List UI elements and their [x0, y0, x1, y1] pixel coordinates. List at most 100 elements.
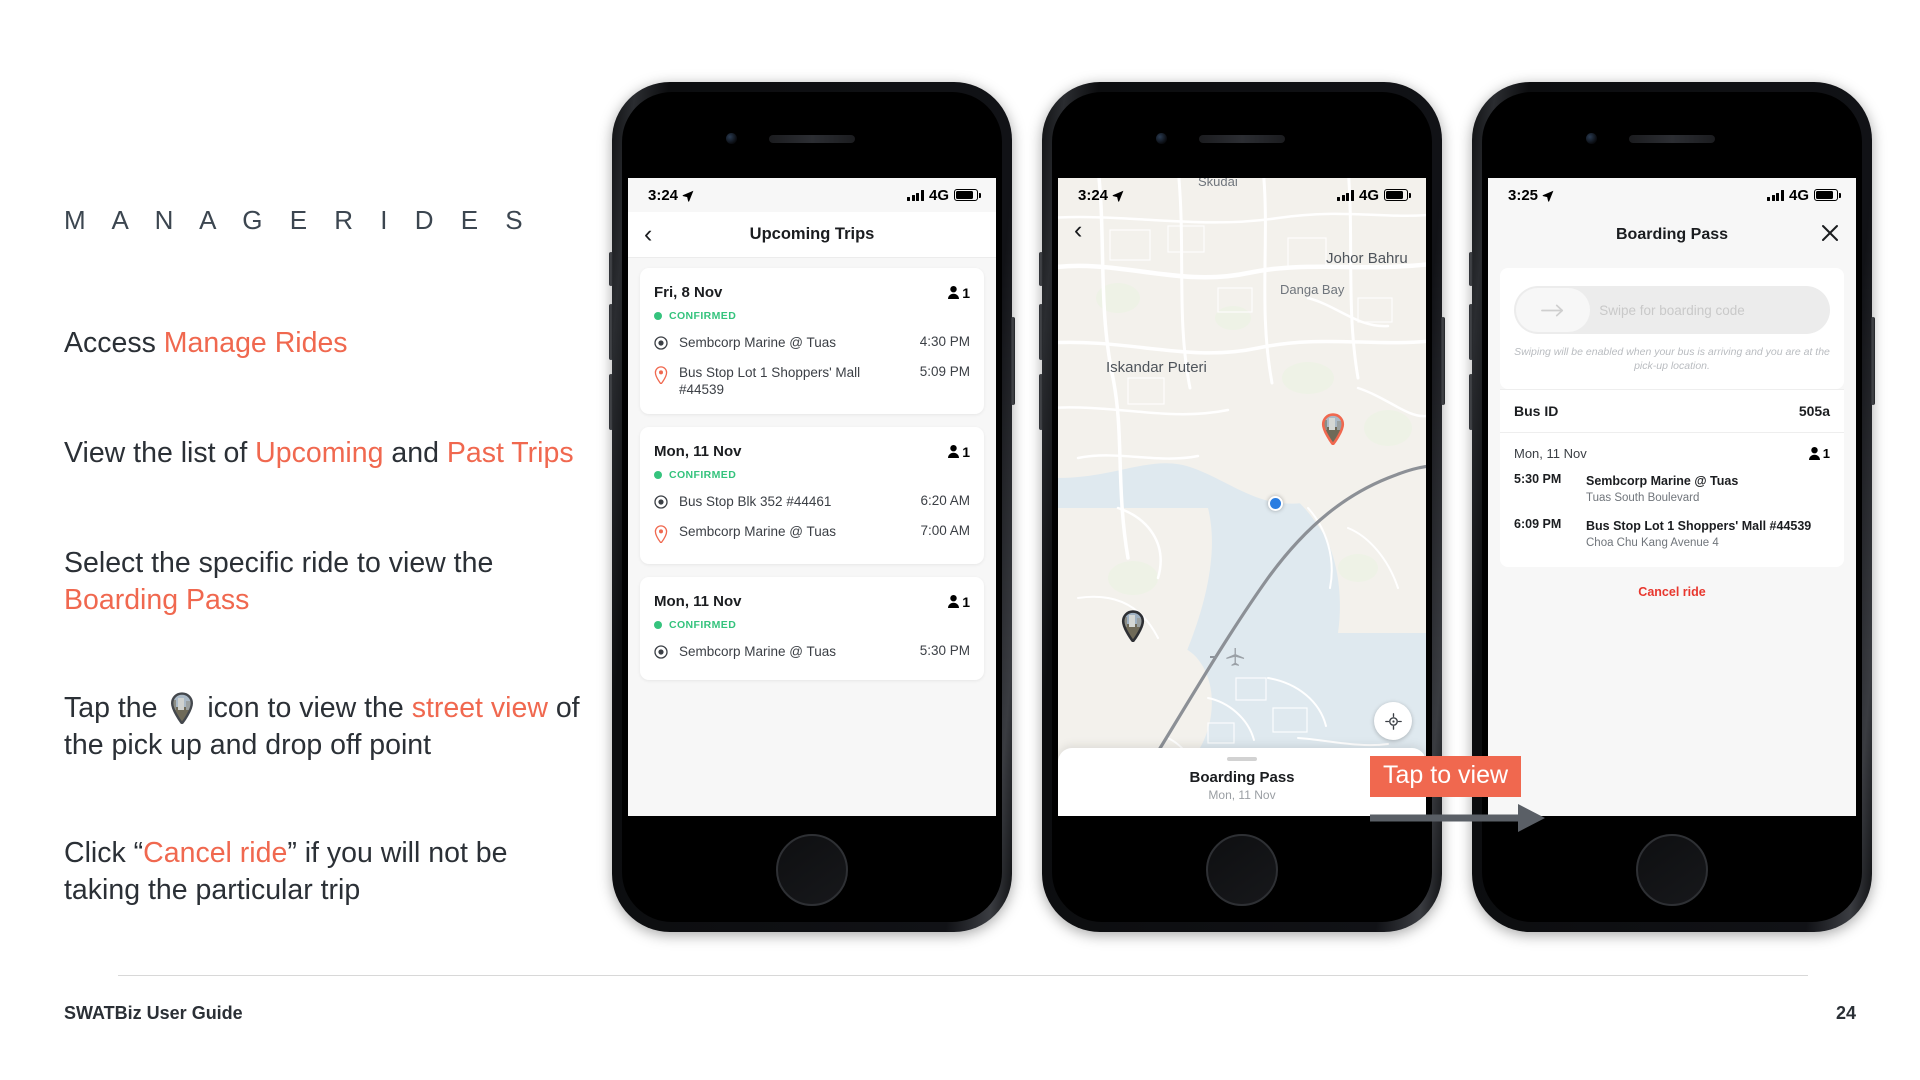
instruction-5-text-a: Click “: [64, 837, 144, 869]
trip-status-label: CONFIRMED: [669, 619, 737, 631]
phone3-home-button[interactable]: [1636, 834, 1708, 906]
trip-date: Fri, 8 Nov: [654, 284, 723, 301]
phone-upcoming-trips: 3:24 4G ‹ Upcoming Trips Fri, 8 Nov 1 CO…: [609, 82, 1015, 932]
sheet-grab-handle[interactable]: [1227, 757, 1257, 761]
back-chevron-left-icon[interactable]: ‹: [644, 222, 652, 247]
cancel-ride-button[interactable]: Cancel ride: [1488, 585, 1856, 599]
trip-leg-time: 5:30 PM: [919, 643, 970, 658]
phone3-front-camera: [1586, 133, 1597, 144]
phone3-volume-up-button: [1469, 304, 1473, 360]
dropoff-pin-icon: [654, 366, 668, 389]
map-screen[interactable]: 3:24 4G ‹ Skudai Johor Bahru Danga Bay I…: [1058, 178, 1426, 816]
trip-leg-name: Sembcorp Marine @ Tuas: [679, 524, 837, 539]
detail-row-sub: Choa Chu Kang Avenue 4: [1586, 537, 1719, 549]
map-canvas: [1058, 178, 1426, 816]
map-back-chevron-left-icon[interactable]: ‹: [1074, 218, 1082, 243]
phone3-screen: 3:25 4G Boarding Pass Swipe for boarding…: [1488, 178, 1856, 816]
phone1-home-button[interactable]: [776, 834, 848, 906]
trip-leg-dropoff: Bus Stop Lot 1 Shoppers' Mall #44539 5:0…: [654, 364, 970, 398]
street-view-pin-dropoff-icon[interactable]: [1320, 413, 1346, 446]
instruction-2-highlight-past: Past Trips: [446, 437, 574, 469]
battery-icon: [1384, 189, 1411, 201]
phone3-network-label: 4G: [1788, 186, 1809, 204]
street-view-pin-icon: [169, 692, 195, 725]
status-dot-icon: [654, 312, 662, 320]
person-icon: [1808, 447, 1820, 460]
passenger-count: 1: [948, 594, 970, 610]
swipe-card: Swipe for boarding code Swiping will be …: [1500, 268, 1844, 389]
trip-status-label: CONFIRMED: [669, 469, 737, 481]
detail-passenger-count-value: 1: [1822, 446, 1830, 461]
detail-row-name: Bus Stop Lot 1 Shoppers' Mall #44539: [1586, 519, 1812, 533]
instruction-4: Tap the icon to view the street view of …: [64, 690, 604, 764]
trip-detail-card: Mon, 11 Nov 1 5:30 PM Sembcorp Marine @ …: [1500, 432, 1844, 567]
trip-date: Mon, 11 Nov: [654, 443, 742, 460]
phone1-status-time: 3:24: [648, 186, 679, 204]
passenger-count: 1: [948, 285, 970, 301]
phone1-earpiece-speaker: [769, 135, 855, 143]
person-icon: [948, 595, 960, 608]
footer-page-number: 24: [1835, 1003, 1856, 1023]
trip-leg-time: 6:20 AM: [920, 493, 970, 508]
instruction-5-highlight: Cancel ride: [143, 837, 288, 869]
trip-leg-time: 4:30 PM: [919, 334, 970, 349]
footer-guide-name: SWATBiz User Guide: [64, 1003, 243, 1023]
instruction-1-text-a: Access: [64, 327, 164, 359]
phone2-volume-down-button: [1039, 374, 1043, 430]
phone1-volume-down-button: [609, 374, 613, 430]
trip-leg-dropoff: Sembcorp Marine @ Tuas 7:00 AM: [654, 523, 970, 548]
trip-card[interactable]: Mon, 11 Nov 1 CONFIRMED Sembcorp Marine …: [640, 577, 984, 680]
detail-date: Mon, 11 Nov: [1514, 446, 1587, 461]
trip-status-label: CONFIRMED: [669, 310, 737, 322]
footer-divider: [118, 975, 1808, 976]
phone2-volume-up-button: [1039, 304, 1043, 360]
phone1-nav-title: Upcoming Trips: [749, 225, 875, 243]
trips-list[interactable]: Fri, 8 Nov 1 CONFIRMED Sembcorp Marine @…: [628, 258, 996, 816]
phone3-nav-bar: Boarding Pass: [1488, 212, 1856, 258]
detail-row-time: 5:30 PM: [1514, 472, 1562, 486]
battery-icon: [954, 189, 981, 201]
page-title: M A N A G E R I D E S: [64, 205, 533, 235]
detail-row-time: 6:09 PM: [1514, 517, 1562, 531]
trip-card[interactable]: Mon, 11 Nov 1 CONFIRMED Bus Stop Blk 352…: [640, 427, 984, 564]
crosshair-icon: [1384, 712, 1402, 730]
phone3-earpiece-speaker: [1629, 135, 1715, 143]
map-label-iskandar-puteri: Iskandar Puteri: [1106, 359, 1207, 376]
phone3-volume-down-button: [1469, 374, 1473, 430]
swipe-label: Swipe for boarding code: [1599, 302, 1745, 318]
instruction-3-text-a: Select the specific ride to view the: [64, 547, 494, 579]
phone2-screen: 3:24 4G ‹ Skudai Johor Bahru Danga Bay I…: [1058, 178, 1426, 816]
phone1-network-label: 4G: [928, 186, 949, 204]
instruction-2-highlight-upcoming: Upcoming: [255, 437, 384, 469]
signal-bars-icon: [1337, 189, 1354, 201]
recenter-location-button[interactable]: [1374, 702, 1412, 740]
instruction-5: Click “Cancel ride” if you will not be t…: [64, 835, 564, 909]
phone1-status-bar: 3:24 4G: [628, 178, 996, 212]
tap-to-view-arrow: [1370, 804, 1545, 832]
boarding-pass-screen: 3:25 4G Boarding Pass Swipe for boarding…: [1488, 178, 1856, 816]
close-icon[interactable]: [1820, 223, 1840, 243]
phone2-power-button: [1441, 317, 1445, 405]
trip-status-badge: CONFIRMED: [654, 619, 970, 631]
instruction-2-text-b: and: [383, 437, 447, 469]
swipe-for-boarding-code-slider[interactable]: Swipe for boarding code: [1514, 286, 1830, 334]
trip-leg-name: Sembcorp Marine @ Tuas: [679, 335, 837, 350]
phone3-power-button: [1871, 317, 1875, 405]
detail-row-sub: Tuas South Boulevard: [1586, 492, 1700, 504]
street-view-pin-pickup-icon[interactable]: [1120, 610, 1146, 643]
status-dot-icon: [654, 621, 662, 629]
status-dot-icon: [654, 471, 662, 479]
phone1-volume-up-button: [609, 304, 613, 360]
passenger-count-value: 1: [962, 284, 970, 301]
pickup-radio-icon: [654, 495, 668, 514]
phone2-home-button[interactable]: [1206, 834, 1278, 906]
phone1-nav-bar: ‹ Upcoming Trips: [628, 212, 996, 258]
phone2-status-bar: 3:24 4G: [1058, 178, 1426, 212]
location-arrow-icon: [1112, 189, 1124, 202]
phone1-power-button: [1011, 317, 1015, 405]
detail-row-pickup: 5:30 PM Sembcorp Marine @ Tuas Tuas Sout…: [1514, 472, 1830, 506]
signal-bars-icon: [1767, 189, 1784, 201]
instruction-4-text-b: icon to view the: [199, 692, 412, 724]
detail-row-name: Sembcorp Marine @ Tuas: [1586, 474, 1739, 488]
trip-card[interactable]: Fri, 8 Nov 1 CONFIRMED Sembcorp Marine @…: [640, 268, 984, 414]
